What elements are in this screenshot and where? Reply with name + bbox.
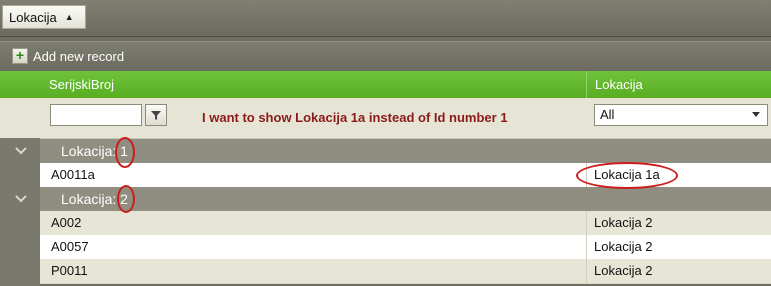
filter-funnel-icon xyxy=(151,111,161,120)
collapse-chevron-icon[interactable] xyxy=(14,144,28,158)
cell-serijskibroj: A0057 xyxy=(51,239,89,254)
group-chip-lokacija[interactable]: Lokacija ▲ xyxy=(2,5,86,29)
group-chip-label: Lokacija xyxy=(9,9,57,25)
annotation-highlight-ellipse xyxy=(115,137,135,168)
table-row[interactable] xyxy=(40,235,771,260)
cell-lokacija: Lokacija 2 xyxy=(594,263,653,278)
annotation-highlight-ellipse xyxy=(117,185,135,213)
filter-button[interactable] xyxy=(145,104,167,126)
dropdown-arrow-icon[interactable] xyxy=(752,112,760,117)
cell-serijskibroj: P0011 xyxy=(51,263,88,278)
cell-divider xyxy=(586,259,587,283)
cell-divider xyxy=(586,235,587,259)
annotation-text: I want to show Lokacija 1a instead of Id… xyxy=(202,110,508,125)
group-header-row[interactable] xyxy=(40,139,771,163)
group-panel xyxy=(0,0,771,37)
collapse-chevron-icon[interactable] xyxy=(14,192,28,206)
add-new-record-label: Add new record xyxy=(33,48,125,64)
cell-serijskibroj: A0011a xyxy=(51,167,95,182)
sort-ascending-icon[interactable]: ▲ xyxy=(65,12,74,22)
table-row[interactable] xyxy=(40,211,771,236)
plus-icon: + xyxy=(12,48,28,64)
group-header-row[interactable] xyxy=(40,187,771,211)
cell-lokacija: Lokacija 2 xyxy=(594,239,653,254)
cell-lokacija: Lokacija 2 xyxy=(594,215,653,230)
column-header-lokacija[interactable]: Lokacija xyxy=(586,71,771,98)
serijskibroj-filter-input[interactable] xyxy=(50,104,142,126)
annotation-highlight-ellipse xyxy=(576,162,678,189)
add-new-record-button[interactable]: + Add new record xyxy=(12,47,124,65)
cell-serijskibroj: A002 xyxy=(51,215,82,230)
column-header-serijskibroj[interactable]: SerijskiBroj xyxy=(40,71,586,98)
grouping-indent-column xyxy=(0,138,40,286)
table-row[interactable] xyxy=(40,259,771,284)
lokacija-filter-select[interactable]: All xyxy=(594,104,768,126)
cell-divider xyxy=(586,211,587,235)
